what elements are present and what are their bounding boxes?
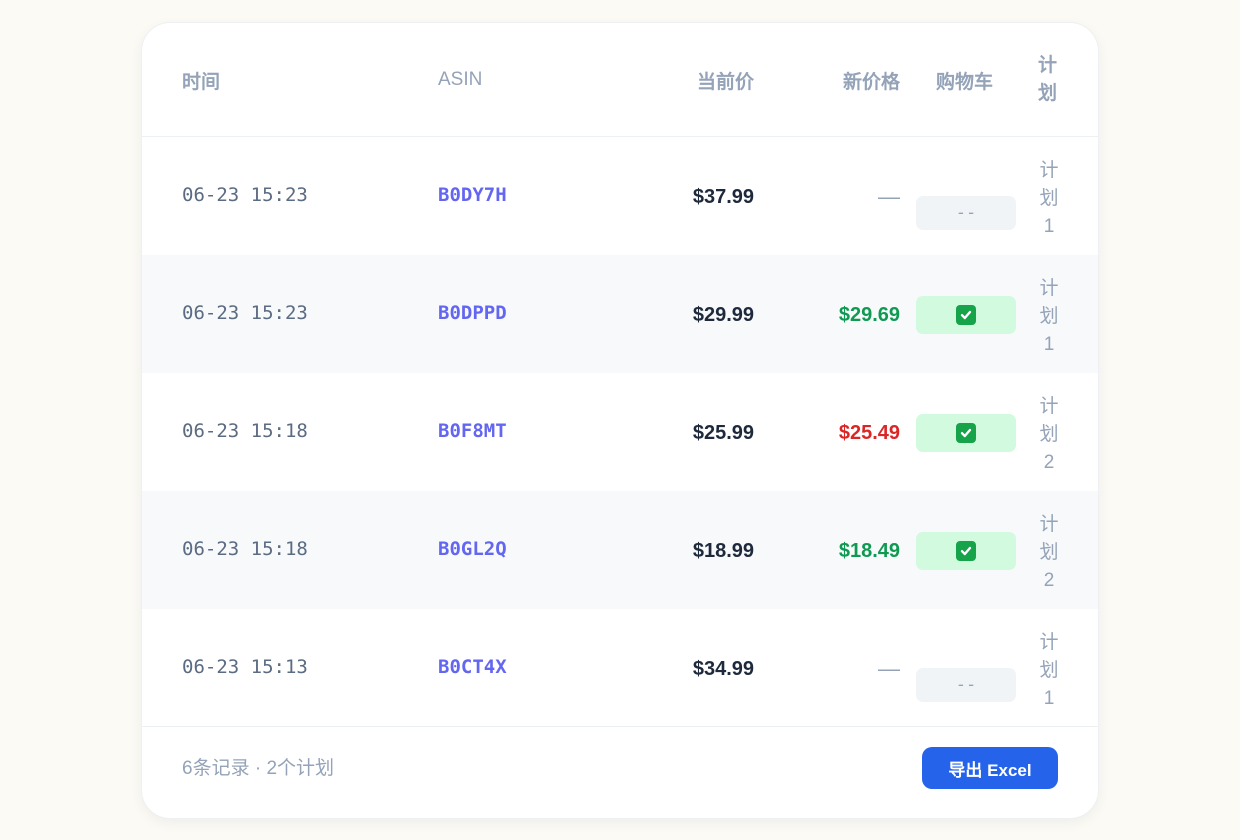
header-time: 时间: [182, 71, 221, 93]
row-new-price: $25.49: [838, 421, 900, 444]
row-current-price: $25.99: [692, 421, 754, 444]
row-new-price: —: [878, 656, 900, 681]
header-asin: ASIN: [438, 69, 483, 90]
row-plan: 计划1: [1039, 160, 1059, 237]
row-time: 06-23 15:23: [182, 302, 308, 324]
header-plan: 计划: [1038, 55, 1058, 104]
check-box-icon: [956, 305, 976, 325]
table-header: 时间 ASIN 当前价 新价格 购物车 计划: [142, 23, 1098, 137]
row-plan: 计划1: [1039, 632, 1059, 709]
row-new-price: $29.69: [838, 303, 900, 326]
cart-badge-yes: [916, 296, 1016, 334]
table-row[interactable]: 06-23 15:13 B0CT4X $34.99 — -- 计划1: [142, 609, 1098, 727]
cart-badge-yes: [916, 414, 1016, 452]
row-time: 06-23 15:18: [182, 420, 308, 442]
row-time: 06-23 15:18: [182, 538, 308, 560]
check-box-icon: [956, 423, 976, 443]
table-row[interactable]: 06-23 15:18 B0F8MT $25.99 $25.49 计划2: [142, 373, 1098, 491]
check-box-icon: [956, 541, 976, 561]
row-time: 06-23 15:13: [182, 656, 308, 678]
row-new-price: $18.49: [838, 539, 900, 562]
row-current-price: $37.99: [692, 185, 754, 208]
header-cart: 购物车: [936, 71, 994, 93]
record-summary: 6条记录 · 2个计划: [182, 757, 335, 779]
row-asin-link[interactable]: B0DY7H: [438, 137, 507, 253]
row-new-price: —: [878, 184, 900, 209]
cart-badge-none: --: [916, 196, 1016, 230]
row-plan: 计划1: [1039, 278, 1059, 355]
row-asin-link[interactable]: B0GL2Q: [438, 491, 507, 607]
price-log-card: 时间 ASIN 当前价 新价格 购物车 计划 06-23 15:23 B0DY7H…: [142, 23, 1098, 818]
export-excel-button[interactable]: 导出 Excel: [922, 747, 1058, 789]
row-asin-link[interactable]: B0DPPD: [438, 255, 507, 371]
table-footer: 6条记录 · 2个计划 导出 Excel: [142, 726, 1098, 818]
row-current-price: $18.99: [692, 539, 754, 562]
cart-badge-yes: [916, 532, 1016, 570]
table-row[interactable]: 06-23 15:23 B0DY7H $37.99 — -- 计划1: [142, 137, 1098, 255]
table-row[interactable]: 06-23 15:18 B0GL2Q $18.99 $18.49 计划2: [142, 491, 1098, 609]
header-current-price: 当前价: [696, 71, 754, 93]
row-current-price: $34.99: [692, 657, 754, 680]
cart-badge-none: --: [916, 668, 1016, 702]
row-current-price: $29.99: [692, 303, 754, 326]
table-row[interactable]: 06-23 15:23 B0DPPD $29.99 $29.69 计划1: [142, 255, 1098, 373]
row-asin-link[interactable]: B0F8MT: [438, 373, 507, 489]
row-asin-link[interactable]: B0CT4X: [438, 609, 507, 725]
row-plan: 计划2: [1039, 514, 1059, 591]
row-plan: 计划2: [1039, 396, 1059, 473]
row-time: 06-23 15:23: [182, 184, 308, 206]
header-new-price: 新价格: [842, 71, 900, 93]
